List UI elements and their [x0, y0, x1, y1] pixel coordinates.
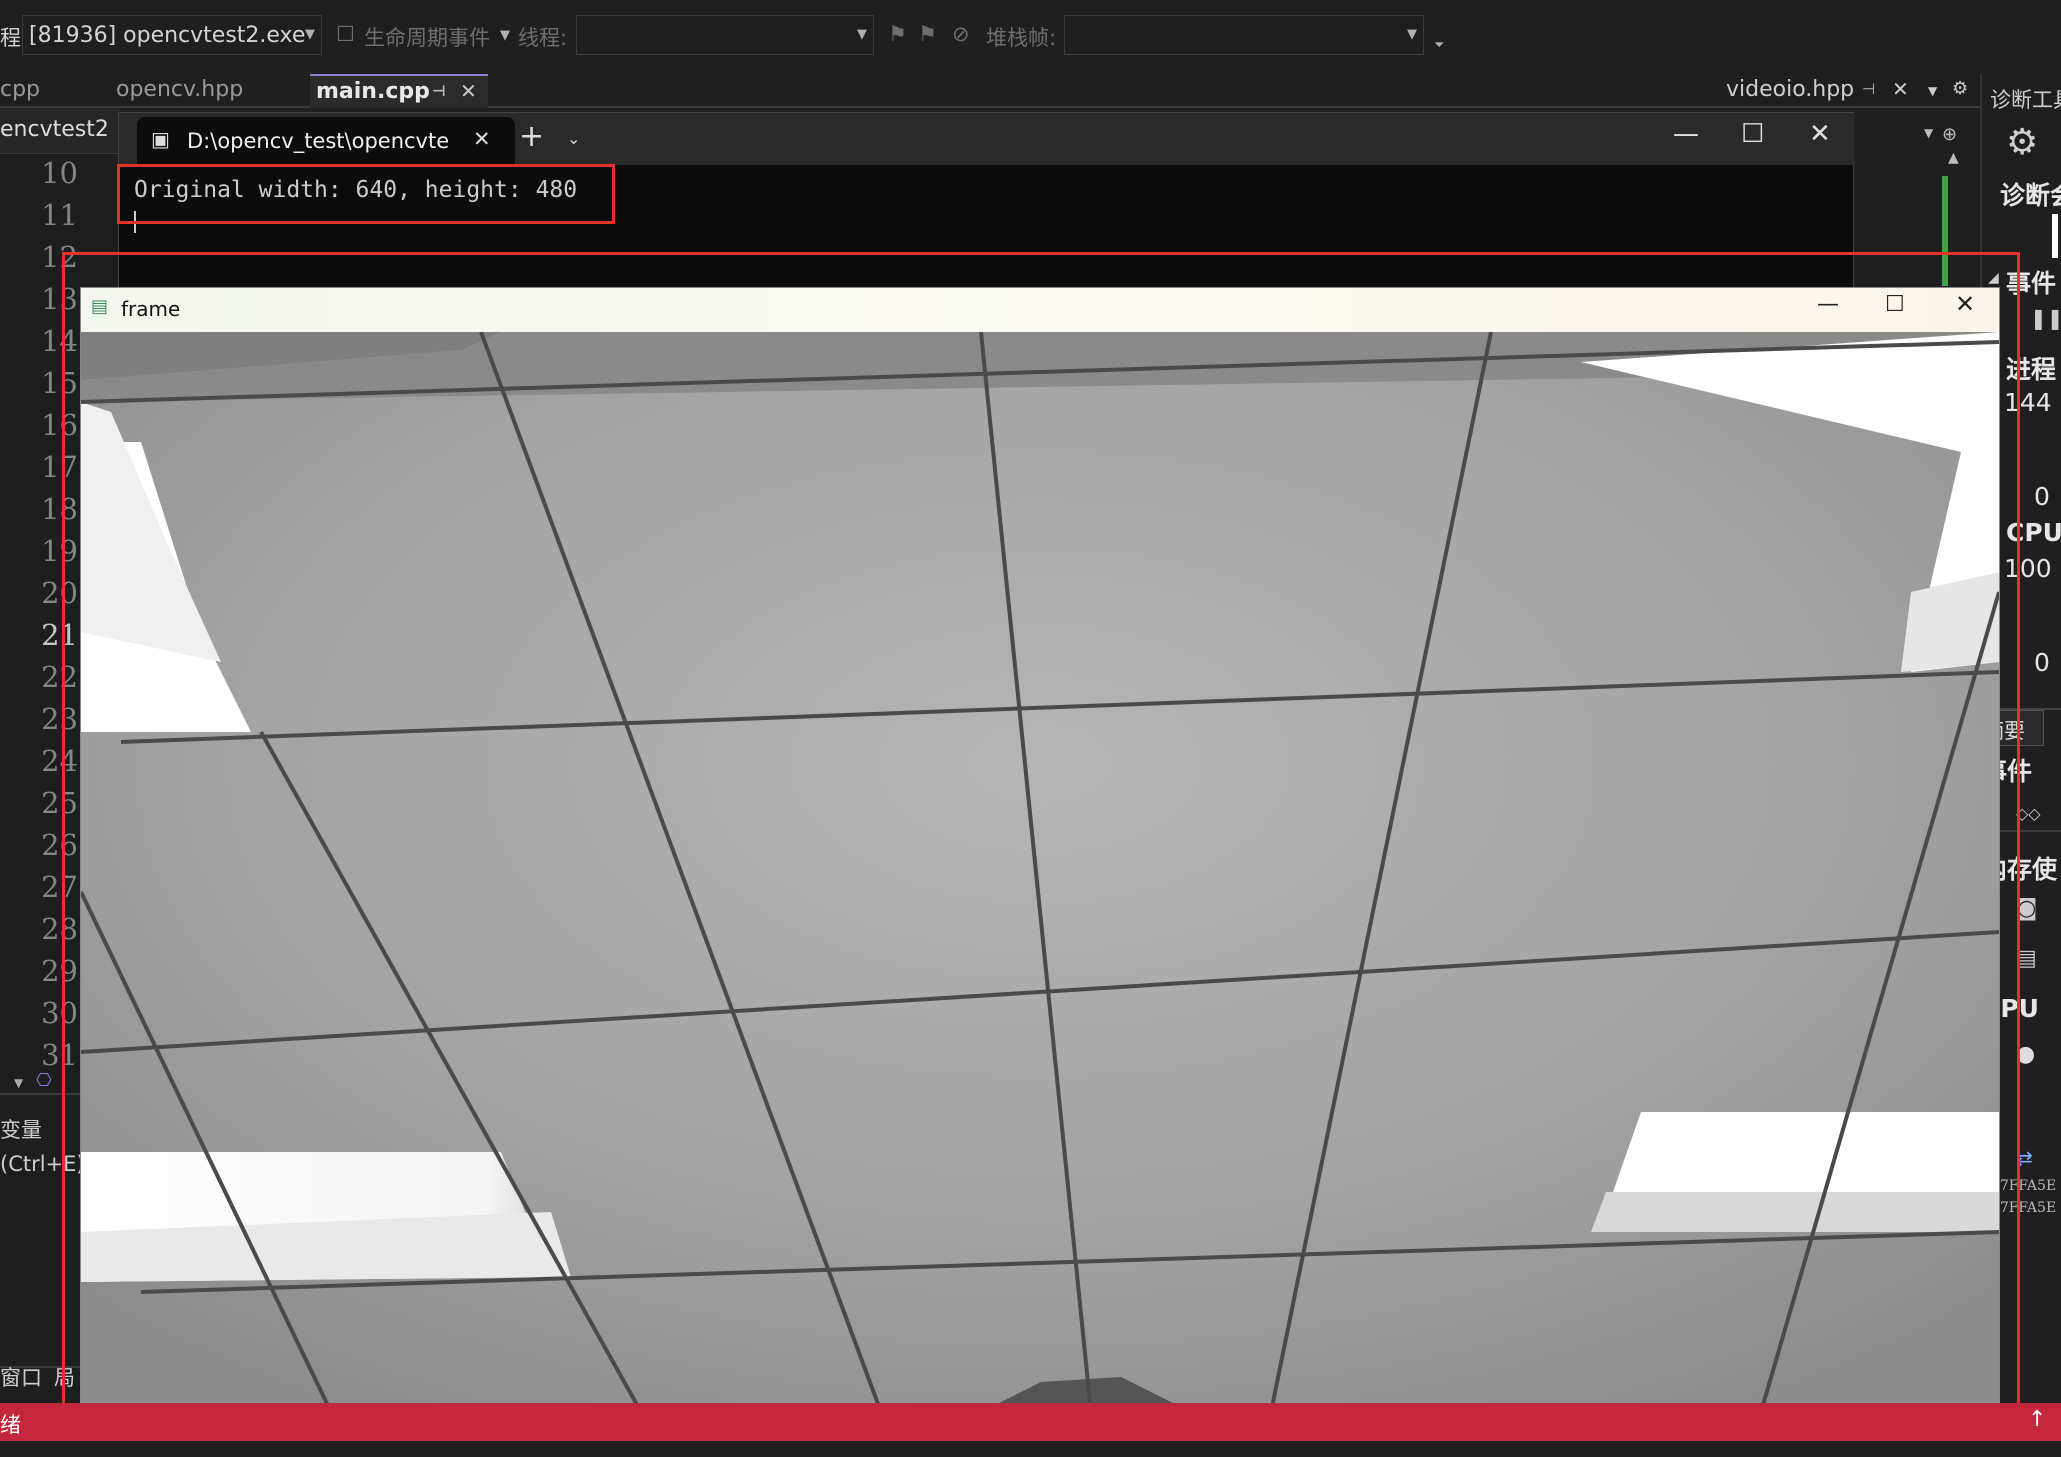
document-tabs: cpp opencv.hpp main.cpp ⊣ ✕ videoio.hpp … — [0, 74, 1980, 108]
thread-label: 线程: — [518, 26, 568, 50]
process-value: [81936] opencvtest2.exe — [29, 23, 306, 48]
pause-icon[interactable]: ❚❚ — [2030, 306, 2061, 330]
memory-min-value: 0 — [2034, 482, 2050, 511]
line-number: 11 — [41, 198, 78, 232]
tab-label: main.cpp — [316, 79, 430, 104]
diagnostics-title: 诊断工具 — [1990, 88, 2061, 112]
console-tab-title: D:\opencv_test\opencvte — [187, 129, 450, 153]
taskbar-strip — [0, 1441, 2061, 1457]
tab-cpp[interactable]: cpp — [0, 74, 104, 108]
chevron-down-icon[interactable]: ▼ — [14, 1076, 23, 1090]
flag-all-icon[interactable]: ⚑ — [918, 22, 937, 46]
chevron-down-icon[interactable]: ⌄ — [567, 129, 580, 148]
chevron-down-icon: ▼ — [1407, 27, 1417, 42]
thread-dropdown[interactable]: ▼ — [576, 15, 874, 55]
gear-icon[interactable]: ⚙ — [1952, 78, 1968, 99]
console-tab[interactable]: ▣ D:\opencv_test\opencvte ✕ — [137, 117, 515, 165]
chevron-down-icon: ▼ — [305, 27, 315, 42]
tab-label: opencv.hpp — [116, 77, 244, 102]
toolbar-overflow-icon[interactable]: ⏷ — [1434, 38, 1444, 53]
flag-icon[interactable]: ⚑ — [888, 22, 907, 46]
lifecycle-events-button[interactable]: 生命周期事件 — [364, 22, 490, 52]
chevron-down-icon[interactable]: ▼ — [1928, 84, 1937, 98]
gear-icon[interactable]: ⚙ — [2006, 122, 2038, 163]
project-label: encvtest2 — [0, 117, 109, 142]
stackframe-dropdown[interactable]: ▼ — [1064, 15, 1424, 55]
project-dropdown[interactable]: encvtest2 — [0, 108, 120, 154]
chevron-down-icon: ▼ — [857, 27, 867, 42]
maximize-icon[interactable]: ☐ — [1741, 119, 1764, 149]
close-icon[interactable]: ✕ — [460, 79, 477, 103]
tab-opencv-hpp[interactable]: opencv.hpp — [116, 74, 306, 108]
chevron-down-icon[interactable]: ▼ — [1924, 126, 1933, 140]
annotation-highlight-console — [117, 164, 615, 224]
tab-label: videoio.hpp — [1726, 77, 1855, 102]
split-icon[interactable]: ⊕ — [1942, 124, 1957, 145]
stackframe-label: 堆栈帧: — [986, 26, 1057, 50]
status-ready: 绪 — [0, 1413, 21, 1437]
scroll-up-icon[interactable]: ▲ — [1948, 150, 1959, 166]
chevron-down-icon: ▼ — [500, 28, 510, 43]
bottom-tab-window[interactable]: 窗口 — [0, 1362, 42, 1392]
pin-icon[interactable]: ⊣ — [432, 82, 446, 100]
console-titlebar: ▣ D:\opencv_test\opencvte ✕ + ⌄ — ☐ ✕ — [119, 113, 1855, 165]
debug-toolbar: 程: [81936] opencvtest2.exe ▼ ☐ 生命周期事件 ▼ … — [0, 0, 2061, 74]
minimize-icon[interactable]: — — [1673, 119, 1699, 149]
process-dropdown[interactable]: [81936] opencvtest2.exe ▼ — [22, 15, 322, 55]
close-icon[interactable]: ✕ — [473, 127, 491, 151]
lifecycle-icon: ☐ — [336, 22, 355, 46]
new-tab-icon[interactable]: + — [519, 119, 544, 154]
pin-icon[interactable]: ⊣ — [1862, 80, 1875, 98]
filter-icon[interactable]: ⊘ — [952, 22, 970, 46]
publish-icon[interactable]: ↑ — [2028, 1407, 2046, 1432]
cpu-min-value: 0 — [2034, 648, 2050, 677]
locals-label: 变量 — [0, 1118, 42, 1142]
tab-videoio-hpp[interactable]: videoio.hpp ⊣ ✕ ▼ ⚙ — [1726, 74, 1980, 108]
close-icon[interactable]: ✕ — [1892, 77, 1909, 101]
line-number: 10 — [41, 156, 78, 190]
annotation-highlight-frame — [62, 252, 2020, 1418]
terminal-icon: ▣ — [151, 127, 170, 151]
timeline-marker — [2052, 214, 2058, 258]
close-icon[interactable]: ✕ — [1809, 119, 1831, 149]
diagnostic-session-label: 诊断会 — [2000, 181, 2061, 210]
tab-main-cpp[interactable]: main.cpp ⊣ ✕ — [310, 74, 488, 108]
tab-label: cpp — [0, 77, 41, 102]
status-bar: 绪 ↑ — [0, 1403, 2061, 1441]
git-icon[interactable]: ⎔ — [36, 1070, 52, 1091]
